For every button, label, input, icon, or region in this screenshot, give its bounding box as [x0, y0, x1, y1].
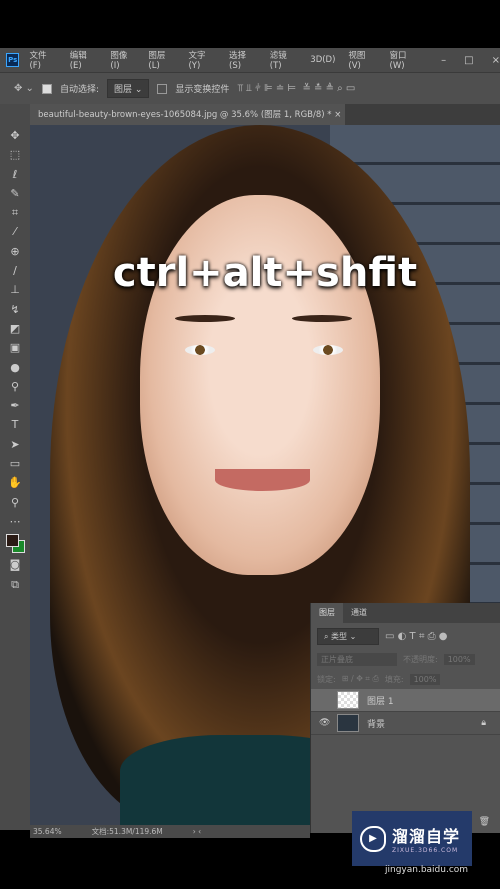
- layers-panel: 图层 通道 ⌕ 类型 ⌄ ▭ ◐ T ⌗ ⎙ ● 正片叠底 不透明度: 100%…: [310, 603, 500, 833]
- gradient-tool-icon[interactable]: ▣: [10, 338, 20, 357]
- watermark: ▶ 溜溜自学 ZIXUE.3D66.COM: [352, 811, 472, 866]
- photo-eye: [313, 345, 343, 355]
- menu-3d[interactable]: 3D(D): [310, 55, 335, 65]
- photo-brow: [292, 315, 352, 322]
- healing-tool-icon[interactable]: ⊕: [10, 242, 19, 261]
- history-brush-icon[interactable]: ↯: [10, 300, 19, 319]
- layer-thumbnail: [337, 691, 359, 709]
- menu-select[interactable]: 选择(S): [229, 49, 257, 71]
- trash-icon[interactable]: 🗑: [479, 817, 490, 827]
- menu-layer[interactable]: 图层(L): [148, 49, 175, 71]
- menu-image[interactable]: 图像(I): [110, 49, 135, 71]
- document-tab-bar: beautiful-beauty-brown-eyes-1065084.jpg …: [30, 104, 500, 125]
- close-button[interactable]: ×: [492, 55, 500, 66]
- pen-tool-icon[interactable]: ✒: [10, 396, 19, 415]
- source-credit: jingyan.baidu.com: [385, 865, 469, 875]
- menu-filter[interactable]: 滤镜(T): [270, 49, 298, 71]
- toolbar: ✥ ⬚ ℓ ✎ ⌗ ⁄ ⊕ ∕ ⊥ ↯ ◩ ▣ ● ⚲ ✒ T ➤ ▭ ✋ ⚲ …: [0, 104, 30, 830]
- menu-view[interactable]: 视图(V): [348, 49, 376, 71]
- layer-row-layer1[interactable]: 图层 1: [311, 689, 500, 712]
- opacity-label: 不透明度:: [403, 654, 438, 664]
- marquee-tool-icon[interactable]: ⬚: [10, 145, 20, 164]
- document-tab[interactable]: beautiful-beauty-brown-eyes-1065084.jpg …: [30, 104, 345, 125]
- fill-field[interactable]: 100%: [409, 673, 441, 685]
- maximize-button[interactable]: □: [464, 55, 473, 66]
- target-value: 图层: [113, 85, 132, 95]
- auto-select-label: 自动选择:: [59, 85, 99, 95]
- path-select-icon[interactable]: ➤: [10, 435, 19, 454]
- shape-tool-icon[interactable]: ▭: [10, 454, 20, 473]
- eraser-tool-icon[interactable]: ◩: [10, 319, 20, 338]
- quick-select-tool-icon[interactable]: ✎: [10, 184, 19, 203]
- type-tool-icon[interactable]: T: [12, 415, 19, 434]
- lock-icon: 🔒︎: [481, 718, 486, 728]
- fill-label: 填充:: [384, 674, 404, 684]
- menu-edit[interactable]: 编辑(E): [70, 49, 98, 71]
- photo-eye: [185, 345, 215, 355]
- layer-name: 背景: [367, 719, 386, 730]
- watermark-url: ZIXUE.3D66.COM: [392, 847, 459, 854]
- overlay-caption: ctrl+alt+shfit: [112, 250, 418, 296]
- show-transform-label: 显示变换控件: [175, 85, 230, 95]
- tab-channels[interactable]: 通道: [343, 603, 375, 623]
- blur-tool-icon[interactable]: ●: [10, 358, 20, 377]
- color-swatches[interactable]: [4, 531, 26, 555]
- photo-brow: [175, 315, 235, 322]
- zoom-level[interactable]: 35.64%: [33, 827, 62, 836]
- lock-label: 锁定:: [317, 674, 336, 684]
- move-tool-icon[interactable]: ✥: [10, 126, 19, 145]
- stamp-tool-icon[interactable]: ⊥: [10, 280, 20, 299]
- options-bar: ✥ ⌄ 自动选择: 图层 ⌄ 显示变换控件 ⫪ ⫫ ⫩ ⊫ ≐ ⊨ ≚ ≛ ≜ …: [0, 72, 500, 104]
- play-logo-icon: ▶: [360, 825, 386, 852]
- align-buttons-icon[interactable]: ⫪ ⫫ ⫩ ⊫ ≐ ⊨ ≚ ≛ ≜ ⌕ ▭: [237, 83, 355, 94]
- quick-mask-icon[interactable]: ◙: [10, 555, 21, 574]
- more-tools-icon[interactable]: ⋯: [10, 512, 21, 531]
- lasso-tool-icon[interactable]: ℓ: [13, 165, 18, 184]
- opacity-field[interactable]: 100%: [443, 653, 475, 665]
- menu-window[interactable]: 窗口(W): [390, 49, 421, 71]
- photo-mouth: [215, 469, 310, 491]
- minimize-button[interactable]: –: [441, 55, 446, 66]
- eye-icon[interactable]: 👁: [319, 718, 330, 728]
- layer-filter-dropdown[interactable]: ⌕ 类型 ⌄: [317, 627, 379, 645]
- lock-icons[interactable]: ⊞ ∕ ✥ ⌗ ⎙: [342, 674, 379, 684]
- screen-mode-icon[interactable]: ⧉: [11, 575, 19, 594]
- dodge-tool-icon[interactable]: ⚲: [11, 377, 19, 396]
- layer-name: 图层 1: [367, 696, 394, 707]
- crop-tool-icon[interactable]: ⌗: [12, 203, 18, 222]
- brush-tool-icon[interactable]: ∕: [13, 261, 17, 280]
- layer-row-background[interactable]: 👁 背景 🔒︎: [311, 712, 500, 735]
- move-tool-icon[interactable]: ✥ ⌄: [14, 83, 34, 94]
- zoom-tool-icon[interactable]: ⚲: [11, 493, 19, 512]
- doc-size: 文档:51.3M/119.6M: [91, 827, 163, 836]
- eyedropper-tool-icon[interactable]: ⁄: [14, 222, 16, 241]
- layer-thumbnail: [337, 714, 359, 732]
- panel-tabs: 图层 通道: [311, 603, 500, 623]
- menu-type[interactable]: 文字(Y): [188, 49, 216, 71]
- menu-bar: Ps 文件(F) 编辑(E) 图像(I) 图层(L) 文字(Y) 选择(S) 滤…: [0, 48, 500, 72]
- auto-select-checkbox[interactable]: [41, 83, 52, 94]
- filter-value: 类型: [331, 631, 348, 641]
- show-transform-checkbox[interactable]: [157, 83, 168, 94]
- auto-select-target-dropdown[interactable]: 图层 ⌄: [106, 79, 150, 98]
- watermark-title: 溜溜自学: [392, 827, 461, 846]
- close-tab-icon[interactable]: ×: [334, 110, 341, 120]
- hand-tool-icon[interactable]: ✋: [8, 473, 22, 492]
- menu-file[interactable]: 文件(F): [29, 49, 56, 71]
- photoshop-logo: Ps: [6, 53, 20, 67]
- status-arrow-icon[interactable]: › ‹: [193, 827, 201, 836]
- blend-mode-dropdown[interactable]: 正片叠底: [317, 652, 397, 666]
- document-title: beautiful-beauty-brown-eyes-1065084.jpg …: [38, 110, 332, 120]
- status-bar: 35.64% 文档:51.3M/119.6M › ‹: [30, 825, 310, 838]
- tab-layers[interactable]: 图层: [311, 603, 343, 623]
- filter-icons[interactable]: ▭ ◐ T ⌗ ⎙ ●: [385, 631, 448, 642]
- foreground-color[interactable]: [6, 534, 19, 548]
